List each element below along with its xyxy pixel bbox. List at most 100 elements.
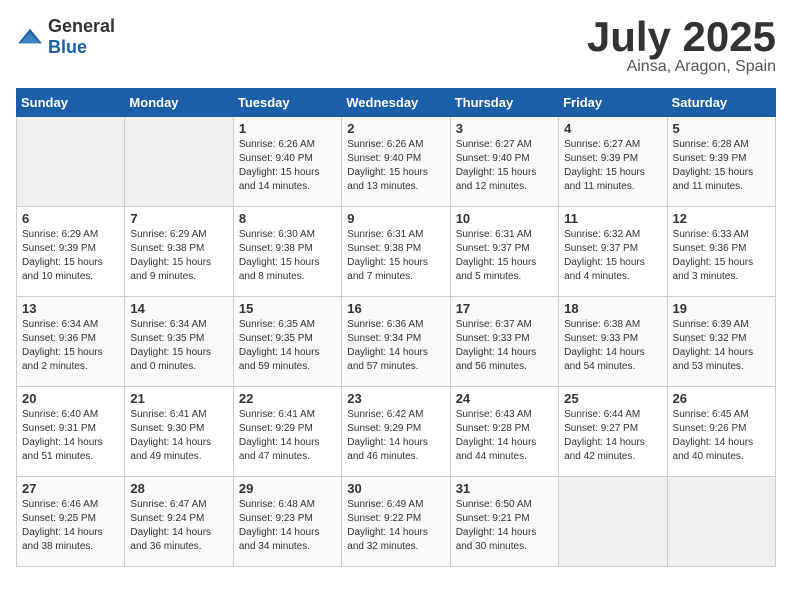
calendar-week-row: 20 Sunrise: 6:40 AM Sunset: 9:31 PM Dayli… xyxy=(17,387,776,477)
calendar-cell xyxy=(667,477,775,567)
calendar-cell: 30 Sunrise: 6:49 AM Sunset: 9:22 PM Dayli… xyxy=(342,477,450,567)
day-header: Wednesday xyxy=(342,89,450,117)
calendar-cell: 25 Sunrise: 6:44 AM Sunset: 9:27 PM Dayli… xyxy=(559,387,667,477)
logo-icon xyxy=(16,27,44,47)
day-header: Tuesday xyxy=(233,89,341,117)
calendar-cell: 7Sunrise: 6:29 AM Sunset: 9:38 PM Daylig… xyxy=(125,207,233,297)
location-title: Ainsa, Aragon, Spain xyxy=(587,58,776,76)
day-info: Sunrise: 6:29 AM Sunset: 9:39 PM Dayligh… xyxy=(22,228,119,284)
day-number: 26 xyxy=(673,391,770,406)
day-number: 15 xyxy=(239,301,336,316)
day-info: Sunrise: 6:50 AM Sunset: 9:21 PM Dayligh… xyxy=(456,498,553,554)
day-info: Sunrise: 6:28 AM Sunset: 9:39 PM Dayligh… xyxy=(673,138,770,194)
day-info: Sunrise: 6:43 AM Sunset: 9:28 PM Dayligh… xyxy=(456,408,553,464)
calendar-cell: 31Sunrise: 6:50 AM Sunset: 9:21 PM Dayli… xyxy=(450,477,558,567)
calendar-cell xyxy=(17,117,125,207)
logo-general: General xyxy=(48,16,115,36)
day-info: Sunrise: 6:35 AM Sunset: 9:35 PM Dayligh… xyxy=(239,318,336,374)
day-number: 10 xyxy=(456,211,553,226)
day-number: 2 xyxy=(347,121,444,136)
day-header: Monday xyxy=(125,89,233,117)
calendar-cell: 18 Sunrise: 6:38 AM Sunset: 9:33 PM Dayli… xyxy=(559,297,667,387)
calendar-week-row: 13 Sunrise: 6:34 AM Sunset: 9:36 PM Dayli… xyxy=(17,297,776,387)
day-info: Sunrise: 6:49 AM Sunset: 9:22 PM Dayligh… xyxy=(347,498,444,554)
calendar-cell: 11 Sunrise: 6:32 AM Sunset: 9:37 PM Dayli… xyxy=(559,207,667,297)
day-number: 18 xyxy=(564,301,661,316)
calendar-cell: 2Sunrise: 6:26 AM Sunset: 9:40 PM Daylig… xyxy=(342,117,450,207)
day-number: 21 xyxy=(130,391,227,406)
title-block: July 2025 Ainsa, Aragon, Spain xyxy=(587,16,776,76)
day-number: 30 xyxy=(347,481,444,496)
day-number: 22 xyxy=(239,391,336,406)
calendar-header-row: SundayMondayTuesdayWednesdayThursdayFrid… xyxy=(17,89,776,117)
day-info: Sunrise: 6:33 AM Sunset: 9:36 PM Dayligh… xyxy=(673,228,770,284)
day-number: 17 xyxy=(456,301,553,316)
calendar-cell: 16 Sunrise: 6:36 AM Sunset: 9:34 PM Dayli… xyxy=(342,297,450,387)
day-number: 9 xyxy=(347,211,444,226)
day-info: Sunrise: 6:44 AM Sunset: 9:27 PM Dayligh… xyxy=(564,408,661,464)
day-info: Sunrise: 6:40 AM Sunset: 9:31 PM Dayligh… xyxy=(22,408,119,464)
calendar-cell: 3 Sunrise: 6:27 AM Sunset: 9:40 PM Daylig… xyxy=(450,117,558,207)
calendar-cell: 21Sunrise: 6:41 AM Sunset: 9:30 PM Dayli… xyxy=(125,387,233,477)
day-header: Saturday xyxy=(667,89,775,117)
calendar-week-row: 1Sunrise: 6:26 AM Sunset: 9:40 PM Daylig… xyxy=(17,117,776,207)
calendar-cell: 4 Sunrise: 6:27 AM Sunset: 9:39 PM Daylig… xyxy=(559,117,667,207)
day-header: Sunday xyxy=(17,89,125,117)
calendar-week-row: 6 Sunrise: 6:29 AM Sunset: 9:39 PM Daylig… xyxy=(17,207,776,297)
calendar-week-row: 27 Sunrise: 6:46 AM Sunset: 9:25 PM Dayli… xyxy=(17,477,776,567)
day-info: Sunrise: 6:34 AM Sunset: 9:35 PM Dayligh… xyxy=(130,318,227,374)
day-number: 24 xyxy=(456,391,553,406)
calendar-cell xyxy=(559,477,667,567)
day-header: Friday xyxy=(559,89,667,117)
day-info: Sunrise: 6:45 AM Sunset: 9:26 PM Dayligh… xyxy=(673,408,770,464)
calendar-cell: 20 Sunrise: 6:40 AM Sunset: 9:31 PM Dayli… xyxy=(17,387,125,477)
calendar-cell: 14 Sunrise: 6:34 AM Sunset: 9:35 PM Dayli… xyxy=(125,297,233,387)
day-number: 4 xyxy=(564,121,661,136)
day-number: 7 xyxy=(130,211,227,226)
day-number: 3 xyxy=(456,121,553,136)
day-info: Sunrise: 6:46 AM Sunset: 9:25 PM Dayligh… xyxy=(22,498,119,554)
day-info: Sunrise: 6:41 AM Sunset: 9:29 PM Dayligh… xyxy=(239,408,336,464)
calendar-cell: 22 Sunrise: 6:41 AM Sunset: 9:29 PM Dayli… xyxy=(233,387,341,477)
day-info: Sunrise: 6:36 AM Sunset: 9:34 PM Dayligh… xyxy=(347,318,444,374)
calendar-cell: 26 Sunrise: 6:45 AM Sunset: 9:26 PM Dayli… xyxy=(667,387,775,477)
calendar-cell: 8Sunrise: 6:30 AM Sunset: 9:38 PM Daylig… xyxy=(233,207,341,297)
day-info: Sunrise: 6:47 AM Sunset: 9:24 PM Dayligh… xyxy=(130,498,227,554)
day-info: Sunrise: 6:31 AM Sunset: 9:37 PM Dayligh… xyxy=(456,228,553,284)
day-number: 20 xyxy=(22,391,119,406)
day-number: 12 xyxy=(673,211,770,226)
calendar-cell: 12 Sunrise: 6:33 AM Sunset: 9:36 PM Dayli… xyxy=(667,207,775,297)
day-number: 13 xyxy=(22,301,119,316)
day-number: 25 xyxy=(564,391,661,406)
day-info: Sunrise: 6:38 AM Sunset: 9:33 PM Dayligh… xyxy=(564,318,661,374)
day-number: 11 xyxy=(564,211,661,226)
calendar-cell: 9 Sunrise: 6:31 AM Sunset: 9:38 PM Daylig… xyxy=(342,207,450,297)
day-number: 28 xyxy=(130,481,227,496)
calendar-cell xyxy=(125,117,233,207)
logo: General Blue xyxy=(16,16,115,58)
day-number: 16 xyxy=(347,301,444,316)
calendar-cell: 29Sunrise: 6:48 AM Sunset: 9:23 PM Dayli… xyxy=(233,477,341,567)
day-header: Thursday xyxy=(450,89,558,117)
day-info: Sunrise: 6:42 AM Sunset: 9:29 PM Dayligh… xyxy=(347,408,444,464)
day-number: 1 xyxy=(239,121,336,136)
day-info: Sunrise: 6:48 AM Sunset: 9:23 PM Dayligh… xyxy=(239,498,336,554)
calendar-cell: 10 Sunrise: 6:31 AM Sunset: 9:37 PM Dayli… xyxy=(450,207,558,297)
day-info: Sunrise: 6:31 AM Sunset: 9:38 PM Dayligh… xyxy=(347,228,444,284)
calendar-table: SundayMondayTuesdayWednesdayThursdayFrid… xyxy=(16,88,776,567)
day-info: Sunrise: 6:27 AM Sunset: 9:40 PM Dayligh… xyxy=(456,138,553,194)
day-number: 5 xyxy=(673,121,770,136)
day-info: Sunrise: 6:32 AM Sunset: 9:37 PM Dayligh… xyxy=(564,228,661,284)
day-number: 6 xyxy=(22,211,119,226)
day-number: 8 xyxy=(239,211,336,226)
day-number: 19 xyxy=(673,301,770,316)
day-info: Sunrise: 6:27 AM Sunset: 9:39 PM Dayligh… xyxy=(564,138,661,194)
calendar-cell: 28 Sunrise: 6:47 AM Sunset: 9:24 PM Dayli… xyxy=(125,477,233,567)
day-number: 27 xyxy=(22,481,119,496)
logo-blue: Blue xyxy=(48,37,87,57)
calendar-cell: 23Sunrise: 6:42 AM Sunset: 9:29 PM Dayli… xyxy=(342,387,450,477)
page-header: General Blue July 2025 Ainsa, Aragon, Sp… xyxy=(16,16,776,76)
day-info: Sunrise: 6:34 AM Sunset: 9:36 PM Dayligh… xyxy=(22,318,119,374)
day-number: 14 xyxy=(130,301,227,316)
calendar-cell: 15 Sunrise: 6:35 AM Sunset: 9:35 PM Dayli… xyxy=(233,297,341,387)
